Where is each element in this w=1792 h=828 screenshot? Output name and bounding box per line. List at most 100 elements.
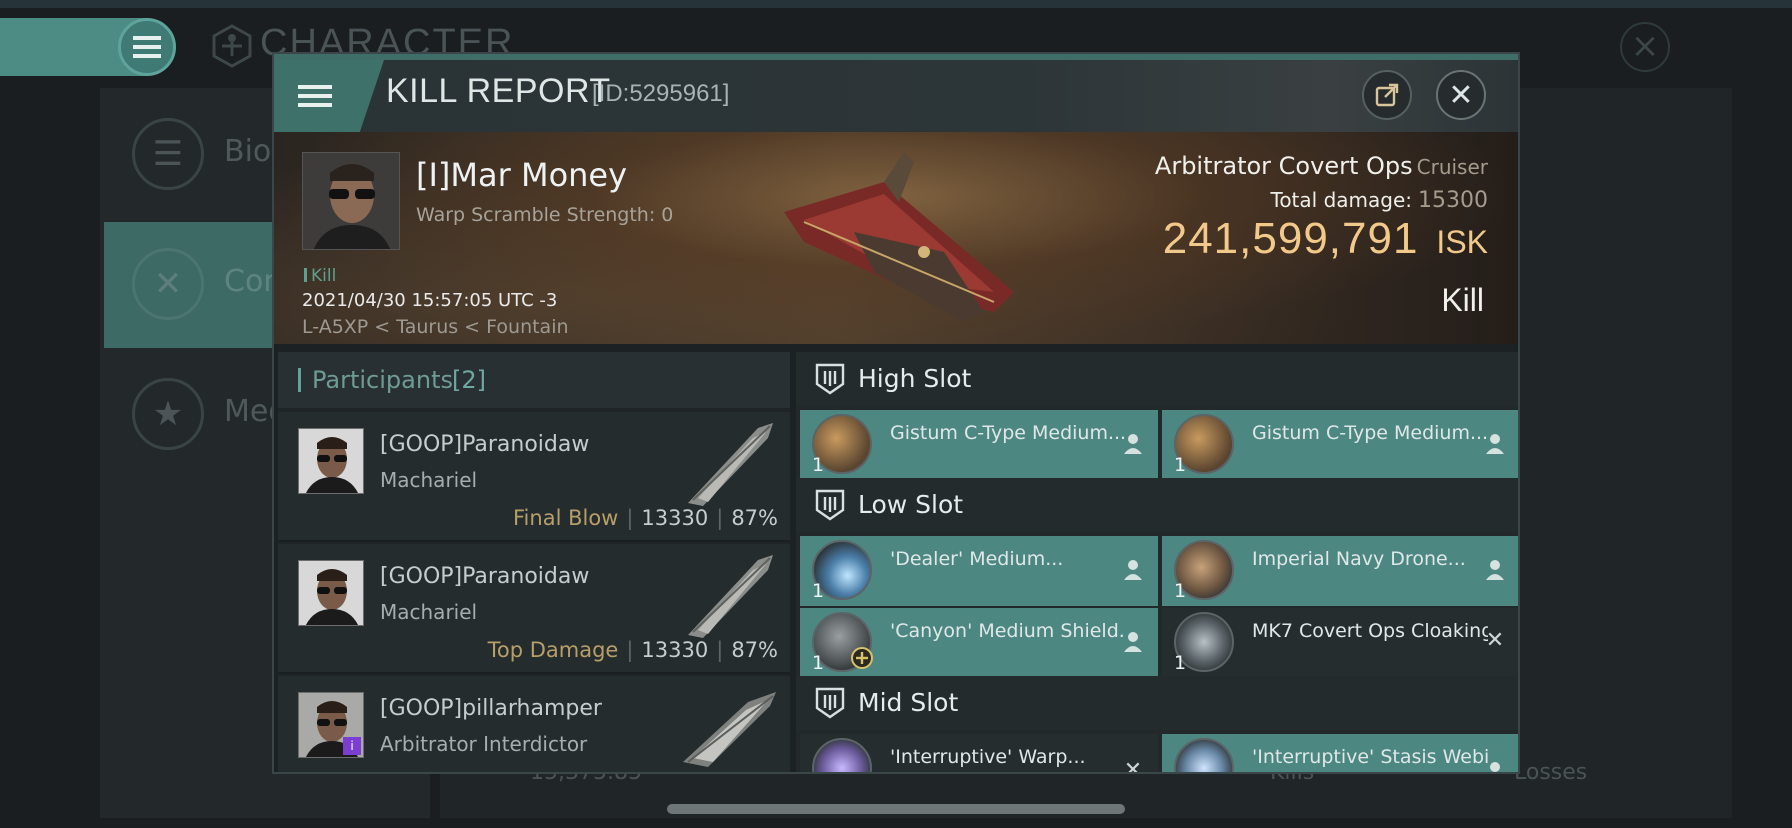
participant-damage: 13330 — [641, 638, 709, 662]
module-qty: 1 — [1174, 652, 1187, 674]
victim-name[interactable]: [I]Mar Money — [416, 156, 627, 194]
module-name: Gistum C-Type Medium... — [1252, 422, 1488, 444]
medal-icon: ★ — [132, 378, 204, 450]
hamburger-icon — [133, 36, 161, 58]
total-damage-label: Total damage: — [1270, 188, 1413, 212]
module-item[interactable]: 1 MK7 Covert Ops Cloaking... ✕ — [1162, 608, 1518, 678]
module-qty: 1 — [1174, 580, 1187, 602]
corp-badge-icon: i — [343, 737, 361, 755]
module-name: 'Canyon' Medium Shield... — [890, 620, 1126, 642]
high-slot-header: High Slot — [796, 352, 1518, 406]
participants-title: Participants — [312, 366, 453, 394]
module-item[interactable]: 1 'Canyon' Medium Shield... — [800, 608, 1158, 678]
total-damage-value: 15300 — [1418, 188, 1488, 213]
participant-percent: 87% — [731, 506, 778, 530]
low-slot-header: Low Slot — [796, 478, 1518, 532]
kill-banner: [I]Mar Money Warp Scramble Strength: 0 K… — [274, 132, 1518, 344]
kill-location[interactable]: L-A5XP < Taurus < Fountain — [302, 316, 569, 338]
total-damage-line: Total damage: 15300 — [1271, 188, 1489, 213]
module-item[interactable]: 1 Imperial Navy Drone... — [1162, 536, 1518, 606]
ship-name-line: Arbitrator Covert Ops Cruiser — [1155, 152, 1488, 180]
separator: | — [716, 638, 724, 662]
destroyed-icon: ✕ — [1123, 758, 1143, 774]
module-item[interactable]: 1 'Interruptive' Warp... ✕ — [800, 734, 1158, 774]
kill-datetime: 2021/04/30 15:57:05 UTC -3 — [302, 290, 558, 311]
avatar-image — [299, 561, 363, 625]
participant-ship: Arbitrator Interdictor — [380, 732, 588, 756]
warp-scramble-strength: Warp Scramble Strength: 0 — [416, 204, 674, 226]
close-button[interactable]: ✕ — [1436, 70, 1486, 120]
app-menu-button[interactable] — [118, 18, 176, 76]
destroyed-icon: ✕ — [1485, 628, 1505, 653]
participant-ship: Machariel — [380, 600, 478, 624]
header-accent-bar — [298, 368, 301, 392]
separator: | — [626, 506, 634, 530]
hamburger-icon — [298, 85, 332, 107]
participant-ship-image[interactable] — [678, 682, 778, 772]
participant-name[interactable]: [GOOP]Paranoidaw — [380, 564, 589, 589]
victim-portrait[interactable] — [302, 152, 400, 250]
module-qty: 1 — [812, 652, 825, 674]
module-icon — [1174, 738, 1234, 772]
participant-ship-image[interactable] — [678, 418, 778, 508]
participant-ship-image[interactable] — [678, 550, 778, 640]
module-icon — [812, 738, 872, 772]
participants-panel: Participants [2] [GOOP]Paranoidaw Machar… — [278, 352, 790, 772]
separator: | — [626, 638, 634, 662]
participant-stats: Final Blow | 13330 | 87% — [513, 506, 778, 530]
participant-role: Top Damage — [487, 638, 619, 662]
module-item[interactable]: 1 'Dealer' Medium... — [800, 536, 1158, 606]
participant-name[interactable]: [GOOP]Paranoidaw — [380, 432, 589, 457]
kill-tag: Kill — [304, 266, 336, 286]
external-link-icon — [1375, 83, 1399, 107]
participant-ship: Machariel — [380, 468, 478, 492]
module-qty: 1 — [812, 454, 825, 476]
participant-avatar[interactable] — [298, 560, 364, 626]
module-qty: 1 — [1174, 454, 1187, 476]
bio-icon: ☰ — [132, 118, 204, 190]
module-item[interactable]: 1 Gistum C-Type Medium... — [1162, 410, 1518, 480]
participant-name[interactable]: [GOOP]pillarhamper — [380, 696, 602, 721]
module-item[interactable]: 1 'Interruptive' Stasis Webifier — [1162, 734, 1518, 772]
participant-row[interactable]: [GOOP]Paranoidaw Machariel Top Damage | 13… — [278, 544, 790, 674]
kill-result: Kill — [1441, 282, 1484, 318]
dropped-icon — [1124, 560, 1142, 580]
slot-icon — [815, 687, 845, 719]
separator: | — [716, 506, 724, 530]
avatar-image — [299, 429, 363, 493]
slot-icon — [815, 489, 845, 521]
participant-stats: Top Damage | 13330 | 87% — [488, 638, 778, 662]
isk-unit: ISK — [1436, 224, 1488, 260]
participant-row[interactable]: [GOOP]Paranoidaw Machariel Final Blow | 13… — [278, 412, 790, 542]
victim-ship-image[interactable] — [764, 142, 1024, 338]
kill-id: [ID:5295961] — [592, 80, 730, 107]
home-indicator[interactable] — [667, 804, 1125, 814]
dropped-icon — [1124, 434, 1142, 454]
slot-label: High Slot — [858, 364, 972, 393]
participant-avatar[interactable]: i — [298, 692, 364, 758]
module-name: Imperial Navy Drone... — [1252, 548, 1466, 570]
participant-avatar[interactable] — [298, 428, 364, 494]
close-icon: ✕ — [1448, 77, 1474, 113]
dropped-icon — [1486, 560, 1504, 580]
plus-badge-icon — [851, 647, 873, 669]
slot-icon — [815, 363, 845, 395]
share-button[interactable] — [1362, 70, 1412, 120]
participant-damage: 13330 — [641, 506, 709, 530]
module-item[interactable]: 1 Gistum C-Type Medium... — [800, 410, 1158, 480]
modal-title: KILL REPORT — [386, 72, 611, 110]
module-name: 'Dealer' Medium... — [890, 548, 1064, 570]
isk-line: 241,599,791 ISK — [1163, 214, 1488, 264]
participant-percent: 87% — [731, 638, 778, 662]
participant-row[interactable]: i [GOOP]pillarhamper Arbitrator Interdic… — [278, 676, 790, 772]
slot-label: Low Slot — [858, 490, 964, 519]
losses-label: Losses — [1514, 760, 1588, 785]
dropped-icon — [1490, 762, 1500, 772]
mid-slot-header: Mid Slot — [796, 676, 1518, 730]
ship-name[interactable]: Arbitrator Covert Ops — [1155, 152, 1413, 180]
combat-icon: ✕ — [132, 248, 204, 320]
slot-label: Mid Slot — [858, 688, 959, 717]
module-name: 'Interruptive' Stasis Webifier — [1252, 746, 1488, 768]
participant-role: Final Blow — [513, 506, 619, 530]
app-close-button[interactable]: × — [1620, 22, 1670, 72]
